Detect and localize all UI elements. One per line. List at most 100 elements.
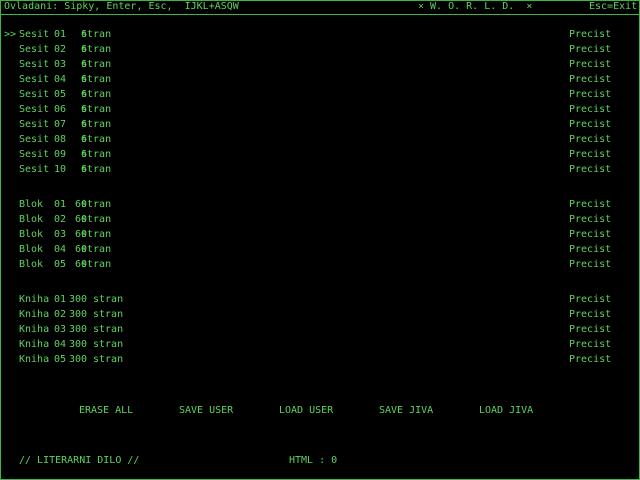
- item-pages: 300: [69, 324, 88, 335]
- list-item[interactable]: Kniha 02 300 stran Precist: [0, 307, 640, 322]
- read-action[interactable]: Precist: [569, 212, 611, 227]
- item-unit: stran: [81, 229, 112, 240]
- item-unit: stran: [81, 104, 112, 115]
- read-action[interactable]: Precist: [569, 257, 611, 272]
- read-action[interactable]: Precist: [569, 292, 611, 307]
- item-unit: stran: [93, 324, 124, 335]
- read-action[interactable]: Precist: [569, 87, 611, 102]
- item-unit: stran: [81, 29, 112, 40]
- read-action[interactable]: Precist: [569, 117, 611, 132]
- item-number: 01: [54, 199, 67, 210]
- item-pages: 300: [69, 294, 88, 305]
- item-number: 02: [54, 44, 67, 55]
- list-item[interactable]: Sesit 05 6 stran Precist: [0, 87, 640, 102]
- read-action[interactable]: Precist: [569, 102, 611, 117]
- item-name: Sesit: [19, 44, 50, 55]
- list-item[interactable]: Blok 04 60 stran Precist: [0, 242, 640, 257]
- load-jiva-button[interactable]: LOAD JIVA: [479, 404, 533, 418]
- item-pages: 300: [69, 309, 88, 320]
- item-number: 10: [54, 164, 67, 175]
- item-number: 03: [54, 324, 67, 335]
- read-action[interactable]: Precist: [569, 227, 611, 242]
- exit-hint[interactable]: Esc=Exit: [589, 0, 637, 14]
- list-item[interactable]: Sesit 09 6 stran Precist: [0, 147, 640, 162]
- item-unit: stran: [81, 44, 112, 55]
- read-action[interactable]: Precist: [569, 132, 611, 147]
- read-action[interactable]: Precist: [569, 42, 611, 57]
- item-name: Blok: [19, 244, 44, 255]
- item-unit: stran: [81, 134, 112, 145]
- list-item[interactable]: Sesit 02 6 stran Precist: [0, 42, 640, 57]
- item-name: Sesit: [19, 59, 50, 70]
- item-number: 01: [54, 294, 67, 305]
- load-user-button[interactable]: LOAD USER: [279, 404, 333, 418]
- save-jiva-button[interactable]: SAVE JIVA: [379, 404, 433, 418]
- list-item[interactable]: Blok 05 60 stran Precist: [0, 257, 640, 272]
- item-unit: stran: [81, 164, 112, 175]
- item-number: 06: [54, 104, 67, 115]
- list-item[interactable]: Blok 01 60 stran Precist: [0, 197, 640, 212]
- item-pages: 300: [69, 354, 88, 365]
- read-action[interactable]: Precist: [569, 72, 611, 87]
- list-item[interactable]: Sesit 10 6 stran Precist: [0, 162, 640, 177]
- controls-hint: Ovladani: Sipky, Enter, Esc, IJKL+ASQW: [4, 1, 239, 12]
- footer-label: // LITERARNI DILO //: [19, 455, 140, 466]
- item-name: Sesit: [19, 74, 50, 85]
- item-name: Sesit: [19, 134, 50, 145]
- item-name: Sesit: [19, 89, 50, 100]
- item-number: 03: [54, 59, 67, 70]
- item-number: 02: [54, 214, 67, 225]
- read-action[interactable]: Precist: [569, 57, 611, 72]
- item-number: 05: [54, 354, 67, 365]
- list-item[interactable]: Blok 03 60 stran Precist: [0, 227, 640, 242]
- list-item[interactable]: >> Sesit 01 6 stran Precist: [0, 27, 640, 42]
- header-divider: [0, 14, 640, 15]
- read-action[interactable]: Precist: [569, 337, 611, 352]
- read-action[interactable]: Precist: [569, 197, 611, 212]
- list-item[interactable]: Sesit 04 6 stran Precist: [0, 72, 640, 87]
- item-unit: stran: [81, 244, 112, 255]
- item-unit: stran: [81, 199, 112, 210]
- item-unit: stran: [81, 74, 112, 85]
- selection-cursor: >>: [4, 29, 17, 40]
- item-name: Sesit: [19, 29, 50, 40]
- list-item[interactable]: Sesit 07 6 stran Precist: [0, 117, 640, 132]
- item-number: 01: [54, 29, 67, 40]
- item-name: Blok: [19, 229, 44, 240]
- list-item[interactable]: Sesit 06 6 stran Precist: [0, 102, 640, 117]
- item-name: Sesit: [19, 164, 50, 175]
- item-number: 04: [54, 74, 67, 85]
- read-action[interactable]: Precist: [569, 162, 611, 177]
- list-item[interactable]: Sesit 03 6 stran Precist: [0, 57, 640, 72]
- list-item[interactable]: Kniha 01 300 stran Precist: [0, 292, 640, 307]
- read-action[interactable]: Precist: [569, 352, 611, 367]
- read-action[interactable]: Precist: [569, 147, 611, 162]
- list-item[interactable]: Kniha 04 300 stran Precist: [0, 337, 640, 352]
- item-name: Sesit: [19, 149, 50, 160]
- item-number: 03: [54, 229, 67, 240]
- item-number: 04: [54, 244, 67, 255]
- item-number: 05: [54, 89, 67, 100]
- read-action[interactable]: Precist: [569, 322, 611, 337]
- item-unit: stran: [81, 89, 112, 100]
- item-unit: stran: [93, 309, 124, 320]
- list-item[interactable]: Blok 02 60 stran Precist: [0, 212, 640, 227]
- item-unit: stran: [81, 259, 112, 270]
- save-user-button[interactable]: SAVE USER: [179, 404, 233, 418]
- read-action[interactable]: Precist: [569, 242, 611, 257]
- read-action[interactable]: Precist: [569, 307, 611, 322]
- item-unit: stran: [93, 354, 124, 365]
- list-item[interactable]: Kniha 05 300 stran Precist: [0, 352, 640, 367]
- item-name: Blok: [19, 199, 44, 210]
- list-item[interactable]: Kniha 03 300 stran Precist: [0, 322, 640, 337]
- item-number: 04: [54, 339, 67, 350]
- erase-all-button[interactable]: ERASE ALL: [79, 404, 133, 418]
- list-item[interactable]: Sesit 08 6 stran Precist: [0, 132, 640, 147]
- item-name: Blok: [19, 259, 44, 270]
- item-number: 08: [54, 134, 67, 145]
- html-counter: HTML : 0: [289, 455, 338, 466]
- item-name: Kniha: [19, 354, 50, 365]
- item-unit: stran: [81, 59, 112, 70]
- read-action[interactable]: Precist: [569, 27, 611, 42]
- item-name: Blok: [19, 214, 44, 225]
